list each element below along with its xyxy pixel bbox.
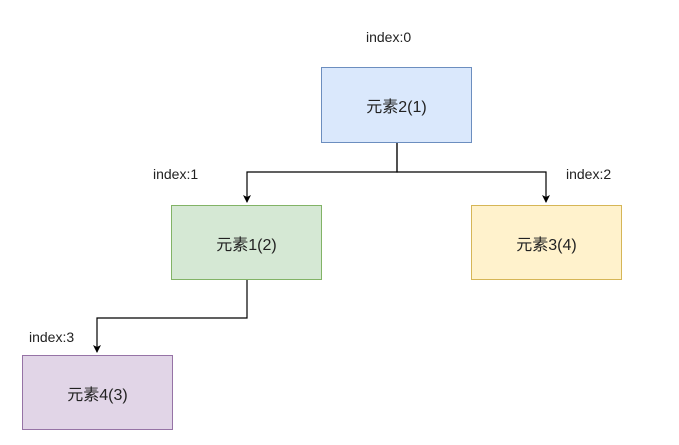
node-left-child: 元素1(2): [171, 205, 322, 280]
node-grandchild: 元素4(3): [22, 355, 173, 430]
index-label-0: index:0: [366, 29, 412, 45]
binary-tree-diagram: index:0 元素2(1) index:1 元素1(2) index:2 元素…: [0, 0, 679, 445]
node-label-grandchild: 元素4(3): [67, 386, 128, 404]
index-label-3: index:3: [29, 329, 75, 345]
edge-left-to-bottom: [93, 280, 248, 353]
node-label-right-child: 元素3(4): [516, 236, 577, 254]
edge-root-to-right: [396, 143, 550, 203]
node-right-child: 元素3(4): [471, 205, 622, 280]
node-label-root: 元素2(1): [366, 99, 427, 116]
node-root: 元素2(1): [321, 67, 472, 143]
node-label-left-child: 元素1(2): [216, 236, 277, 254]
index-label-1: index:1: [153, 166, 199, 182]
edge-root-to-left: [243, 143, 398, 203]
index-label-2: index:2: [566, 166, 612, 182]
